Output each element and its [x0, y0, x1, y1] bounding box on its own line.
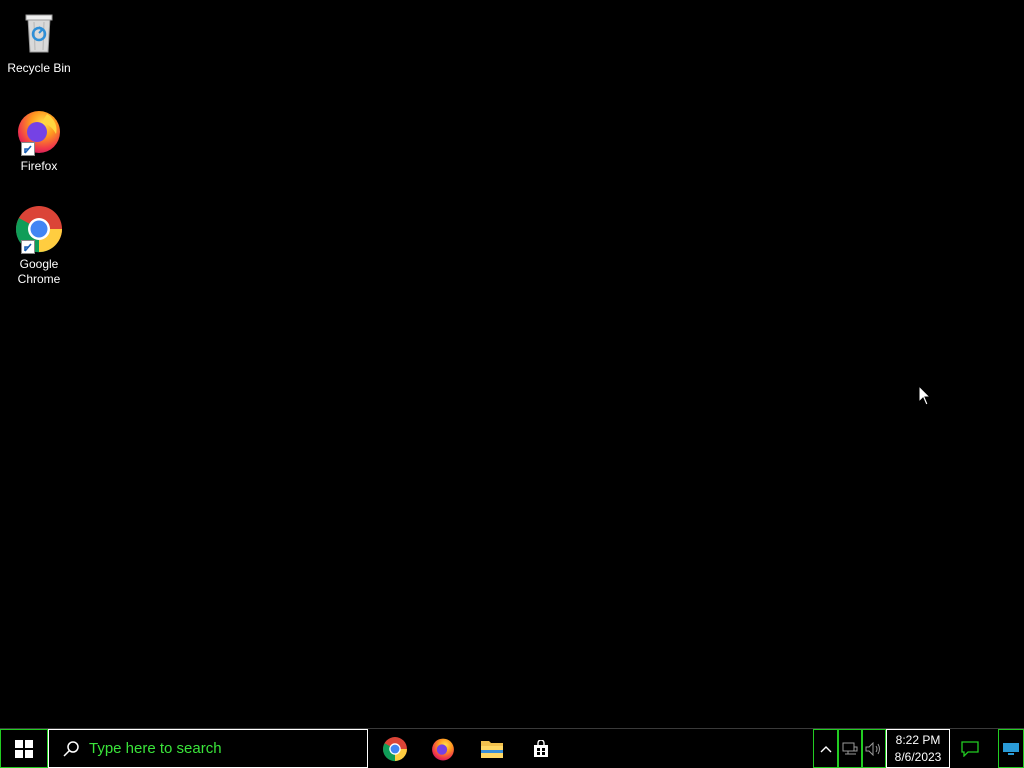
start-button[interactable]: [0, 729, 48, 768]
display-icon: [1003, 742, 1019, 755]
action-center-button[interactable]: [950, 729, 990, 768]
clock-time: 8:22 PM: [895, 732, 941, 747]
recycle-bin-icon: [14, 8, 64, 58]
desktop-preview-button[interactable]: [998, 729, 1024, 768]
chrome-icon: [14, 204, 64, 254]
folder-icon: [481, 740, 503, 758]
windows-logo-icon: [15, 739, 33, 758]
clock[interactable]: 8:22 PM 8/6/2023: [886, 729, 950, 768]
firefox-icon: [14, 106, 64, 156]
desktop-icon-label: Firefox: [20, 159, 58, 173]
search-placeholder: Type here to search: [89, 740, 222, 757]
taskbar-app-firefox[interactable]: [419, 729, 467, 768]
taskbar-app-chrome[interactable]: [371, 729, 419, 768]
shortcut-arrow-icon: [21, 240, 35, 254]
desktop[interactable]: Recycle Bin Firefox Google Chrome: [0, 0, 1024, 728]
taskbar-app-file-explorer[interactable]: [468, 729, 516, 768]
taskbar: Type here to search 8:22 PM 8/6/2023: [0, 728, 1024, 768]
desktop-icon-google-chrome[interactable]: Google Chrome: [4, 204, 74, 287]
volume-icon: [865, 741, 880, 756]
search-icon: [61, 739, 81, 759]
network-button[interactable]: [838, 729, 862, 768]
shortcut-arrow-icon: [21, 142, 35, 156]
desktop-icon-firefox[interactable]: Firefox: [4, 106, 74, 174]
mouse-cursor-icon: [918, 385, 932, 406]
firefox-icon: [432, 738, 454, 760]
store-icon: [534, 739, 548, 757]
desktop-icon-label: Google Chrome: [17, 257, 61, 286]
network-icon: [842, 742, 858, 754]
chevron-up-icon: [820, 745, 831, 752]
search-input[interactable]: Type here to search: [48, 729, 368, 768]
desktop-icon-label: Recycle Bin: [7, 61, 71, 75]
clock-date: 8/6/2023: [894, 749, 942, 764]
volume-button[interactable]: [862, 729, 886, 768]
notification-icon: [961, 740, 979, 757]
show-hidden-icons-button[interactable]: [813, 729, 838, 768]
chrome-icon: [383, 736, 407, 761]
taskbar-app-store[interactable]: [517, 729, 565, 768]
desktop-icon-recycle-bin[interactable]: Recycle Bin: [4, 8, 74, 76]
